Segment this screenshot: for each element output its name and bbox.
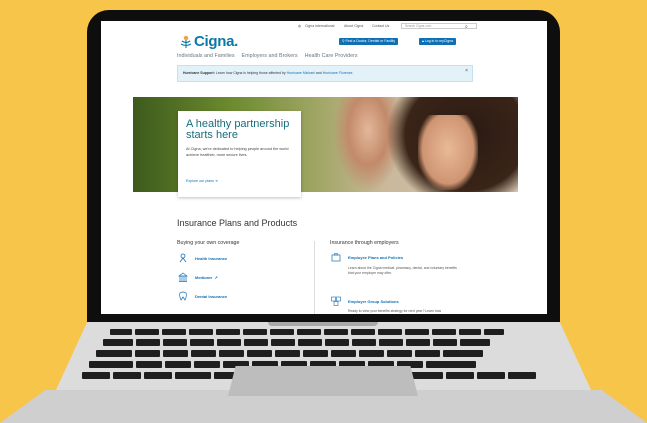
medicare-link[interactable]: Medicare ↗ [178, 272, 218, 282]
nav-individuals[interactable]: Individuals and Families [177, 53, 235, 59]
trackpad[interactable] [228, 366, 418, 396]
alert-link-florence[interactable]: Hurricane Florence. [323, 71, 354, 75]
own-coverage-heading: Buying your own coverage [177, 240, 240, 246]
employee-plans-link[interactable]: Employee Plans and Policies [331, 252, 403, 262]
health-insurance-label: Health Insurance [195, 255, 228, 261]
nav-employers[interactable]: Employers and Brokers [242, 53, 298, 59]
arrow-circle-icon: ➜ [214, 179, 218, 183]
find-doctor-label: Find a Doctor, Dentist or Facility [345, 39, 396, 43]
employers-heading: Insurance through employers [330, 240, 399, 246]
employer-group-label: Employer Group Solutions [348, 298, 399, 304]
logo-text: Cigna. [194, 33, 239, 50]
employee-plans-desc: Learn about the Cigna medical, pharmacy,… [348, 266, 457, 275]
contact-link[interactable]: Contact Us [372, 24, 389, 28]
login-label: Log in to myCigna [424, 39, 454, 43]
hero-title: A healthy partnership starts here [186, 118, 290, 141]
group-icon [331, 296, 341, 306]
employee-plans-label: Employee Plans and Policies [348, 254, 404, 260]
utility-bar: ◍ Cigna International About Cigna Contac… [101, 21, 547, 31]
find-doctor-button[interactable]: ⚲ Find a Doctor, Dentist or Facility [339, 38, 399, 45]
international-link[interactable]: Cigna International [305, 24, 334, 28]
close-icon[interactable]: × [465, 68, 468, 74]
dental-insurance-label: Dental Insurance [195, 293, 228, 299]
nav-providers[interactable]: Health Care Providers [305, 53, 358, 59]
explore-plans-label: Explore our plans [186, 179, 214, 183]
employer-group-link[interactable]: Employer Group Solutions [331, 296, 399, 306]
dental-insurance-link[interactable]: Dental Insurance [178, 291, 227, 301]
section-title: Insurance Plans and Products [177, 218, 298, 228]
about-link[interactable]: About Cigna [344, 24, 363, 28]
employer-group-desc: Ready to view your benefits strategy for… [348, 309, 442, 313]
medicare-label: Medicare [195, 274, 213, 280]
stethoscope-icon [178, 253, 188, 263]
main-nav: Individuals and Families Employers and B… [177, 53, 358, 59]
search-icon[interactable]: ⌕ [465, 24, 468, 30]
hero-card: A healthy partnership starts here At Cig… [178, 111, 301, 197]
health-insurance-link[interactable]: Health Insurance [178, 253, 227, 263]
building-icon [178, 272, 188, 282]
key-row [96, 350, 483, 357]
briefcase-icon [331, 252, 341, 262]
globe-icon: ◍ [298, 24, 302, 28]
mother-face [418, 115, 478, 190]
alert-text: Learn how Cigna is helping those affecte… [215, 71, 286, 75]
hero-body: At Cigna, we're dedicated to helping peo… [186, 147, 289, 157]
key-row [110, 329, 504, 335]
key-row [103, 339, 490, 346]
explore-plans-link[interactable]: Explore our plans ➜ [186, 179, 218, 183]
alert-link-michael[interactable]: Hurricane Michael [287, 71, 315, 75]
browser-screen: ◍ Cigna International About Cigna Contac… [101, 21, 547, 314]
alert-and: and [315, 71, 322, 75]
hinge [268, 322, 378, 326]
external-link-icon: ↗ [214, 274, 218, 280]
cigna-logo[interactable]: Cigna. [180, 33, 238, 50]
tree-person-icon [180, 35, 192, 48]
hurricane-alert: Hurricane Support: Learn how Cigna is he… [177, 65, 473, 82]
alert-bold: Hurricane Support: [183, 71, 215, 75]
column-divider [314, 241, 315, 314]
tooth-icon [178, 291, 188, 301]
laptop-base [0, 322, 647, 423]
login-button[interactable]: 🔒︎ Log in to myCigna [419, 38, 457, 45]
